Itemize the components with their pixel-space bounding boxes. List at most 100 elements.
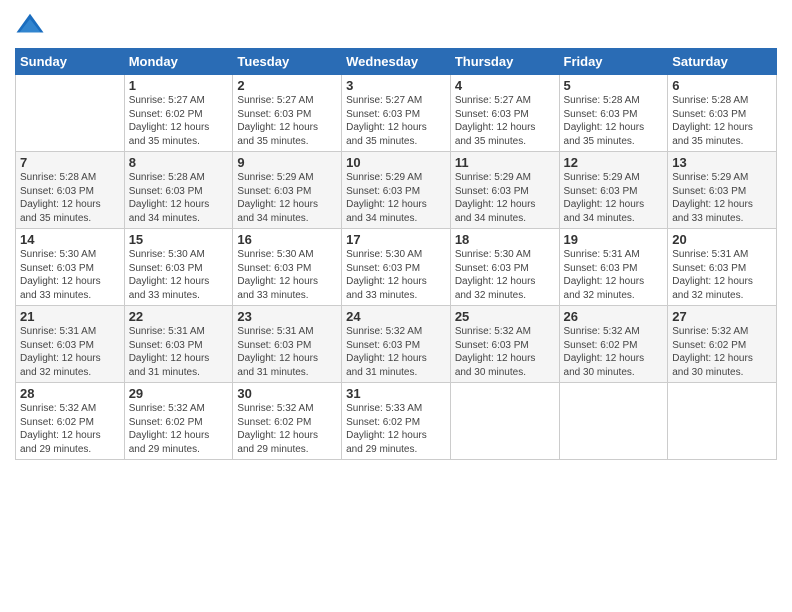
- day-number: 26: [564, 309, 664, 324]
- day-info: Sunrise: 5:30 AM Sunset: 6:03 PM Dayligh…: [237, 248, 337, 302]
- day-number: 15: [129, 232, 229, 247]
- day-info: Sunrise: 5:31 AM Sunset: 6:03 PM Dayligh…: [564, 248, 664, 302]
- calendar-cell: 7Sunrise: 5:28 AM Sunset: 6:03 PM Daylig…: [16, 152, 125, 229]
- day-number: 7: [20, 155, 120, 170]
- logo: [15, 10, 49, 40]
- calendar-week-5: 28Sunrise: 5:32 AM Sunset: 6:02 PM Dayli…: [16, 383, 777, 460]
- page-header: [15, 10, 777, 40]
- day-number: 11: [455, 155, 555, 170]
- day-number: 8: [129, 155, 229, 170]
- calendar-cell: 12Sunrise: 5:29 AM Sunset: 6:03 PM Dayli…: [559, 152, 668, 229]
- logo-icon: [15, 10, 45, 40]
- day-number: 24: [346, 309, 446, 324]
- calendar-cell: 6Sunrise: 5:28 AM Sunset: 6:03 PM Daylig…: [668, 75, 777, 152]
- calendar-week-2: 7Sunrise: 5:28 AM Sunset: 6:03 PM Daylig…: [16, 152, 777, 229]
- calendar-cell: [450, 383, 559, 460]
- day-info: Sunrise: 5:29 AM Sunset: 6:03 PM Dayligh…: [237, 171, 337, 225]
- calendar-cell: 4Sunrise: 5:27 AM Sunset: 6:03 PM Daylig…: [450, 75, 559, 152]
- day-number: 19: [564, 232, 664, 247]
- day-info: Sunrise: 5:28 AM Sunset: 6:03 PM Dayligh…: [20, 171, 120, 225]
- calendar-cell: 30Sunrise: 5:32 AM Sunset: 6:02 PM Dayli…: [233, 383, 342, 460]
- calendar-cell: 15Sunrise: 5:30 AM Sunset: 6:03 PM Dayli…: [124, 229, 233, 306]
- calendar-cell: 24Sunrise: 5:32 AM Sunset: 6:03 PM Dayli…: [342, 306, 451, 383]
- day-number: 31: [346, 386, 446, 401]
- day-number: 2: [237, 78, 337, 93]
- day-number: 20: [672, 232, 772, 247]
- calendar-cell: 19Sunrise: 5:31 AM Sunset: 6:03 PM Dayli…: [559, 229, 668, 306]
- calendar-cell: 16Sunrise: 5:30 AM Sunset: 6:03 PM Dayli…: [233, 229, 342, 306]
- calendar-cell: [16, 75, 125, 152]
- day-info: Sunrise: 5:32 AM Sunset: 6:03 PM Dayligh…: [455, 325, 555, 379]
- calendar-header-friday: Friday: [559, 49, 668, 75]
- calendar-header-row: SundayMondayTuesdayWednesdayThursdayFrid…: [16, 49, 777, 75]
- calendar-header-wednesday: Wednesday: [342, 49, 451, 75]
- day-number: 12: [564, 155, 664, 170]
- day-number: 4: [455, 78, 555, 93]
- day-info: Sunrise: 5:28 AM Sunset: 6:03 PM Dayligh…: [129, 171, 229, 225]
- day-info: Sunrise: 5:30 AM Sunset: 6:03 PM Dayligh…: [129, 248, 229, 302]
- calendar-week-1: 1Sunrise: 5:27 AM Sunset: 6:02 PM Daylig…: [16, 75, 777, 152]
- day-number: 1: [129, 78, 229, 93]
- day-info: Sunrise: 5:29 AM Sunset: 6:03 PM Dayligh…: [455, 171, 555, 225]
- day-number: 27: [672, 309, 772, 324]
- calendar-cell: [668, 383, 777, 460]
- day-info: Sunrise: 5:32 AM Sunset: 6:02 PM Dayligh…: [672, 325, 772, 379]
- day-info: Sunrise: 5:33 AM Sunset: 6:02 PM Dayligh…: [346, 402, 446, 456]
- day-info: Sunrise: 5:30 AM Sunset: 6:03 PM Dayligh…: [20, 248, 120, 302]
- day-info: Sunrise: 5:30 AM Sunset: 6:03 PM Dayligh…: [455, 248, 555, 302]
- calendar-cell: 31Sunrise: 5:33 AM Sunset: 6:02 PM Dayli…: [342, 383, 451, 460]
- calendar-cell: 5Sunrise: 5:28 AM Sunset: 6:03 PM Daylig…: [559, 75, 668, 152]
- day-info: Sunrise: 5:28 AM Sunset: 6:03 PM Dayligh…: [672, 94, 772, 148]
- day-info: Sunrise: 5:32 AM Sunset: 6:02 PM Dayligh…: [129, 402, 229, 456]
- day-info: Sunrise: 5:29 AM Sunset: 6:03 PM Dayligh…: [564, 171, 664, 225]
- day-info: Sunrise: 5:31 AM Sunset: 6:03 PM Dayligh…: [129, 325, 229, 379]
- calendar-cell: 22Sunrise: 5:31 AM Sunset: 6:03 PM Dayli…: [124, 306, 233, 383]
- day-number: 29: [129, 386, 229, 401]
- day-info: Sunrise: 5:31 AM Sunset: 6:03 PM Dayligh…: [20, 325, 120, 379]
- calendar-header-monday: Monday: [124, 49, 233, 75]
- calendar-cell: 25Sunrise: 5:32 AM Sunset: 6:03 PM Dayli…: [450, 306, 559, 383]
- day-info: Sunrise: 5:27 AM Sunset: 6:03 PM Dayligh…: [455, 94, 555, 148]
- day-number: 30: [237, 386, 337, 401]
- calendar-header-tuesday: Tuesday: [233, 49, 342, 75]
- day-info: Sunrise: 5:32 AM Sunset: 6:02 PM Dayligh…: [20, 402, 120, 456]
- calendar-cell: [559, 383, 668, 460]
- calendar-cell: 23Sunrise: 5:31 AM Sunset: 6:03 PM Dayli…: [233, 306, 342, 383]
- day-info: Sunrise: 5:27 AM Sunset: 6:03 PM Dayligh…: [346, 94, 446, 148]
- day-info: Sunrise: 5:28 AM Sunset: 6:03 PM Dayligh…: [564, 94, 664, 148]
- calendar-header-sunday: Sunday: [16, 49, 125, 75]
- calendar-cell: 14Sunrise: 5:30 AM Sunset: 6:03 PM Dayli…: [16, 229, 125, 306]
- calendar-cell: 9Sunrise: 5:29 AM Sunset: 6:03 PM Daylig…: [233, 152, 342, 229]
- calendar-cell: 10Sunrise: 5:29 AM Sunset: 6:03 PM Dayli…: [342, 152, 451, 229]
- calendar-cell: 3Sunrise: 5:27 AM Sunset: 6:03 PM Daylig…: [342, 75, 451, 152]
- calendar-week-3: 14Sunrise: 5:30 AM Sunset: 6:03 PM Dayli…: [16, 229, 777, 306]
- calendar-cell: 8Sunrise: 5:28 AM Sunset: 6:03 PM Daylig…: [124, 152, 233, 229]
- day-info: Sunrise: 5:30 AM Sunset: 6:03 PM Dayligh…: [346, 248, 446, 302]
- calendar-cell: 26Sunrise: 5:32 AM Sunset: 6:02 PM Dayli…: [559, 306, 668, 383]
- day-number: 22: [129, 309, 229, 324]
- day-number: 10: [346, 155, 446, 170]
- calendar-cell: 29Sunrise: 5:32 AM Sunset: 6:02 PM Dayli…: [124, 383, 233, 460]
- calendar-header-thursday: Thursday: [450, 49, 559, 75]
- calendar-cell: 11Sunrise: 5:29 AM Sunset: 6:03 PM Dayli…: [450, 152, 559, 229]
- day-number: 3: [346, 78, 446, 93]
- day-info: Sunrise: 5:27 AM Sunset: 6:02 PM Dayligh…: [129, 94, 229, 148]
- calendar-cell: 18Sunrise: 5:30 AM Sunset: 6:03 PM Dayli…: [450, 229, 559, 306]
- day-info: Sunrise: 5:32 AM Sunset: 6:02 PM Dayligh…: [564, 325, 664, 379]
- day-info: Sunrise: 5:31 AM Sunset: 6:03 PM Dayligh…: [672, 248, 772, 302]
- calendar-cell: 27Sunrise: 5:32 AM Sunset: 6:02 PM Dayli…: [668, 306, 777, 383]
- calendar-cell: 2Sunrise: 5:27 AM Sunset: 6:03 PM Daylig…: [233, 75, 342, 152]
- day-info: Sunrise: 5:29 AM Sunset: 6:03 PM Dayligh…: [672, 171, 772, 225]
- calendar-table: SundayMondayTuesdayWednesdayThursdayFrid…: [15, 48, 777, 460]
- day-number: 5: [564, 78, 664, 93]
- day-number: 23: [237, 309, 337, 324]
- day-number: 6: [672, 78, 772, 93]
- calendar-cell: 21Sunrise: 5:31 AM Sunset: 6:03 PM Dayli…: [16, 306, 125, 383]
- day-number: 17: [346, 232, 446, 247]
- day-info: Sunrise: 5:27 AM Sunset: 6:03 PM Dayligh…: [237, 94, 337, 148]
- day-number: 28: [20, 386, 120, 401]
- calendar-cell: 20Sunrise: 5:31 AM Sunset: 6:03 PM Dayli…: [668, 229, 777, 306]
- day-number: 18: [455, 232, 555, 247]
- day-number: 9: [237, 155, 337, 170]
- day-info: Sunrise: 5:32 AM Sunset: 6:03 PM Dayligh…: [346, 325, 446, 379]
